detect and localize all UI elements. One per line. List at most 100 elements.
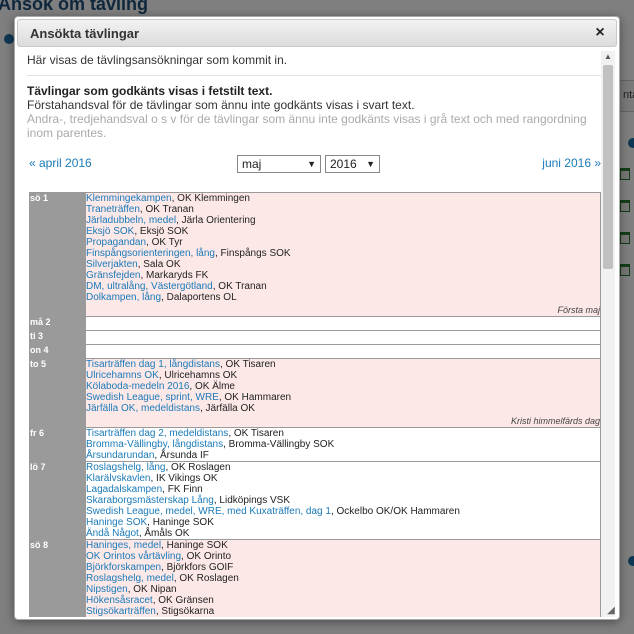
event-item: Roslagshelg, medel, OK Roslagen bbox=[86, 573, 600, 584]
event-item: Årsundarundan, Årsunda IF bbox=[86, 450, 600, 461]
event-organizer: , Björkfors GOIF bbox=[161, 562, 234, 573]
calendar-day-label: lö 7 bbox=[29, 461, 86, 540]
event-link[interactable]: Propagandan bbox=[86, 237, 146, 248]
calendar-row: fr 6 Tisarträffen dag 2, medeldistans, OK… bbox=[29, 427, 601, 462]
legend-normal-text: Förstahandsval för de tävlingar som ännu… bbox=[27, 98, 415, 112]
event-link[interactable]: Eksjö SOK bbox=[86, 226, 134, 237]
event-item: Eksjö SOK, Eksjö SOK bbox=[86, 226, 600, 237]
event-organizer: , OK Nipan bbox=[127, 584, 177, 595]
resize-handle-icon[interactable]: ◢ bbox=[605, 605, 617, 617]
event-link[interactable]: Traneträffen bbox=[86, 204, 140, 215]
event-link[interactable]: Ulricehamns OK bbox=[86, 370, 159, 381]
event-organizer: , OK Tranan bbox=[212, 281, 267, 292]
event-link[interactable]: Stigsökarträffen bbox=[86, 606, 156, 617]
calendar-day-label: sö 1 bbox=[29, 192, 86, 317]
holiday-label: Kristi himmelfärds dag bbox=[510, 416, 600, 426]
previous-month-link[interactable]: « april 2016 bbox=[29, 156, 92, 170]
event-item: Tisarträffen dag 1, långdistans, OK Tisa… bbox=[86, 359, 600, 370]
intro-text: Här visas de tävlingsansökningar som kom… bbox=[27, 53, 288, 67]
dialog-titlebar[interactable]: Ansökta tävlingar × bbox=[17, 19, 617, 47]
event-link[interactable]: Tisarträffen dag 2, medeldistans bbox=[86, 428, 228, 439]
calendar-day-events: Tisarträffen dag 1, långdistans, OK Tisa… bbox=[85, 358, 601, 428]
event-organizer: , OK Tisaren bbox=[228, 428, 284, 439]
event-item: Swedish League, sprint, WRE, OK Hammaren bbox=[86, 392, 600, 403]
event-item: Bromma-Vällingby, långdistans, Bromma-Vä… bbox=[86, 439, 600, 450]
event-link[interactable]: Finspångsorienteringen, lång bbox=[86, 248, 215, 259]
scrollbar-thumb[interactable] bbox=[603, 65, 613, 269]
event-organizer: , OK Hammaren bbox=[218, 392, 292, 403]
event-link[interactable]: Dolkampen, lång bbox=[86, 292, 161, 303]
event-link[interactable]: Årsundarundan bbox=[86, 450, 154, 461]
month-navigation: « april 2016 maj ▼ 2016 ▼ juni 2016 » bbox=[27, 152, 601, 174]
vertical-scrollbar[interactable]: ▲ bbox=[601, 51, 615, 617]
event-link[interactable]: Nipstigen bbox=[86, 584, 128, 595]
event-organizer: , OK Roslagen bbox=[173, 573, 239, 584]
calendar-row: lö 7 Roslagshelg, lång, OK Roslagen Klaräl… bbox=[29, 461, 601, 540]
calendar-row: sö 1 Klemmingekampen, OK Klemmingen Tranet… bbox=[29, 192, 601, 317]
event-item: Hökensåsracet, OK Gränsen bbox=[86, 595, 600, 606]
event-link[interactable]: Lagadalskampen bbox=[86, 484, 162, 495]
event-item: Tisarträffen dag 2, medeldistans, OK Tis… bbox=[86, 428, 600, 439]
calendar-day-events: Klemmingekampen, OK Klemmingen Traneträff… bbox=[85, 192, 601, 317]
event-item: Skaraborgsmästerskap Lång, Lidköpings VS… bbox=[86, 495, 600, 506]
event-item: DM, ultralång, Västergötland, OK Tranan bbox=[86, 281, 600, 292]
calendar-day-events: Roslagshelg, lång, OK Roslagen Klarälvska… bbox=[85, 461, 601, 540]
year-select[interactable]: 2016 ▼ bbox=[325, 155, 380, 173]
event-link[interactable]: Klarälvskavlen bbox=[86, 473, 150, 484]
event-organizer: , Eksjö SOK bbox=[134, 226, 189, 237]
event-organizer: , OK Klemmingen bbox=[171, 193, 250, 204]
event-link[interactable]: Roslagshelg, lång bbox=[86, 462, 166, 473]
event-item: Silverjakten, Sala OK bbox=[86, 259, 600, 270]
event-link[interactable]: Järfälla OK, medeldistans bbox=[86, 403, 200, 414]
calendar-day-events bbox=[85, 344, 601, 359]
event-item: Järfälla OK, medeldistans, Järfälla OK bbox=[86, 403, 600, 414]
event-link[interactable]: Roslagshelg, medel bbox=[86, 573, 174, 584]
calendar-row: on 4 bbox=[29, 344, 601, 359]
calendar-day-label: ti 3 bbox=[29, 330, 86, 345]
event-link[interactable]: OK Orintos vårtävling bbox=[86, 551, 181, 562]
calendar-table: sö 1 Klemmingekampen, OK Klemmingen Tranet… bbox=[29, 192, 601, 617]
event-organizer: , FK Finn bbox=[162, 484, 203, 495]
event-organizer: , Haninge SOK bbox=[147, 517, 214, 528]
event-link[interactable]: Bromma-Vällingby, långdistans bbox=[86, 439, 223, 450]
event-item: Haninge SOK, Haninge SOK bbox=[86, 517, 600, 528]
dropdown-arrow-icon: ▼ bbox=[366, 159, 375, 169]
event-link[interactable]: Haninges, medel bbox=[86, 540, 161, 551]
event-item: Stigsökarträffen, Stigsökarna bbox=[86, 606, 600, 617]
event-item: Finspångsorienteringen, lång, Finspångs … bbox=[86, 248, 600, 259]
event-link[interactable]: Hökensåsracet bbox=[86, 595, 153, 606]
event-organizer: , Bromma-Vällingby SOK bbox=[223, 439, 335, 450]
event-link[interactable]: Haninge SOK bbox=[86, 517, 147, 528]
event-link[interactable]: Kölaboda-medeln 2016 bbox=[86, 381, 189, 392]
event-link[interactable]: Silverjakten bbox=[86, 259, 138, 270]
close-button[interactable]: × bbox=[592, 24, 608, 42]
event-organizer: , OK Tyr bbox=[146, 237, 183, 248]
event-item: Klarälvskavlen, IK Vikings OK bbox=[86, 473, 600, 484]
event-item: Haninges, medel, Haninge SOK bbox=[86, 540, 600, 551]
legend-grey-text: Andra-, tredjehandsval o s v för de tävl… bbox=[27, 112, 587, 140]
scroll-up-icon[interactable]: ▲ bbox=[601, 51, 615, 63]
event-link[interactable]: Skaraborgsmästerskap Lång bbox=[86, 495, 214, 506]
event-organizer: , OK Älme bbox=[189, 381, 235, 392]
event-link[interactable]: Ändå Något bbox=[86, 528, 139, 539]
event-link[interactable]: Klemmingekampen bbox=[86, 193, 172, 204]
event-organizer: , Stigsökarna bbox=[155, 606, 215, 617]
event-organizer: , Markaryds FK bbox=[140, 270, 209, 281]
event-link[interactable]: Swedish League, medel, WRE, med Kuxaträf… bbox=[86, 506, 331, 517]
event-link[interactable]: Gränsfejden bbox=[86, 270, 140, 281]
event-item: Nipstigen, OK Nipan bbox=[86, 584, 600, 595]
month-select[interactable]: maj ▼ bbox=[237, 155, 321, 173]
event-organizer: , Järla Orientering bbox=[176, 215, 256, 226]
event-link[interactable]: Björkforskampen bbox=[86, 562, 161, 573]
event-link[interactable]: Järladubbeln, medel bbox=[86, 215, 176, 226]
event-organizer: , Finspångs SOK bbox=[214, 248, 291, 259]
event-link[interactable]: Swedish League, sprint, WRE bbox=[86, 392, 219, 403]
event-organizer: , Dalaportens OL bbox=[161, 292, 237, 303]
event-item: Ulricehamns OK, Ulricehamns OK bbox=[86, 370, 600, 381]
next-month-link[interactable]: juni 2016 » bbox=[542, 156, 601, 170]
event-link[interactable]: DM, ultralång, Västergötland bbox=[86, 281, 213, 292]
event-organizer: , IK Vikings OK bbox=[150, 473, 218, 484]
applied-competitions-dialog: Ansökta tävlingar × Här visas de tävling… bbox=[14, 16, 620, 620]
calendar-day-label: sö 8 bbox=[29, 539, 86, 617]
event-link[interactable]: Tisarträffen dag 1, långdistans bbox=[86, 359, 220, 370]
